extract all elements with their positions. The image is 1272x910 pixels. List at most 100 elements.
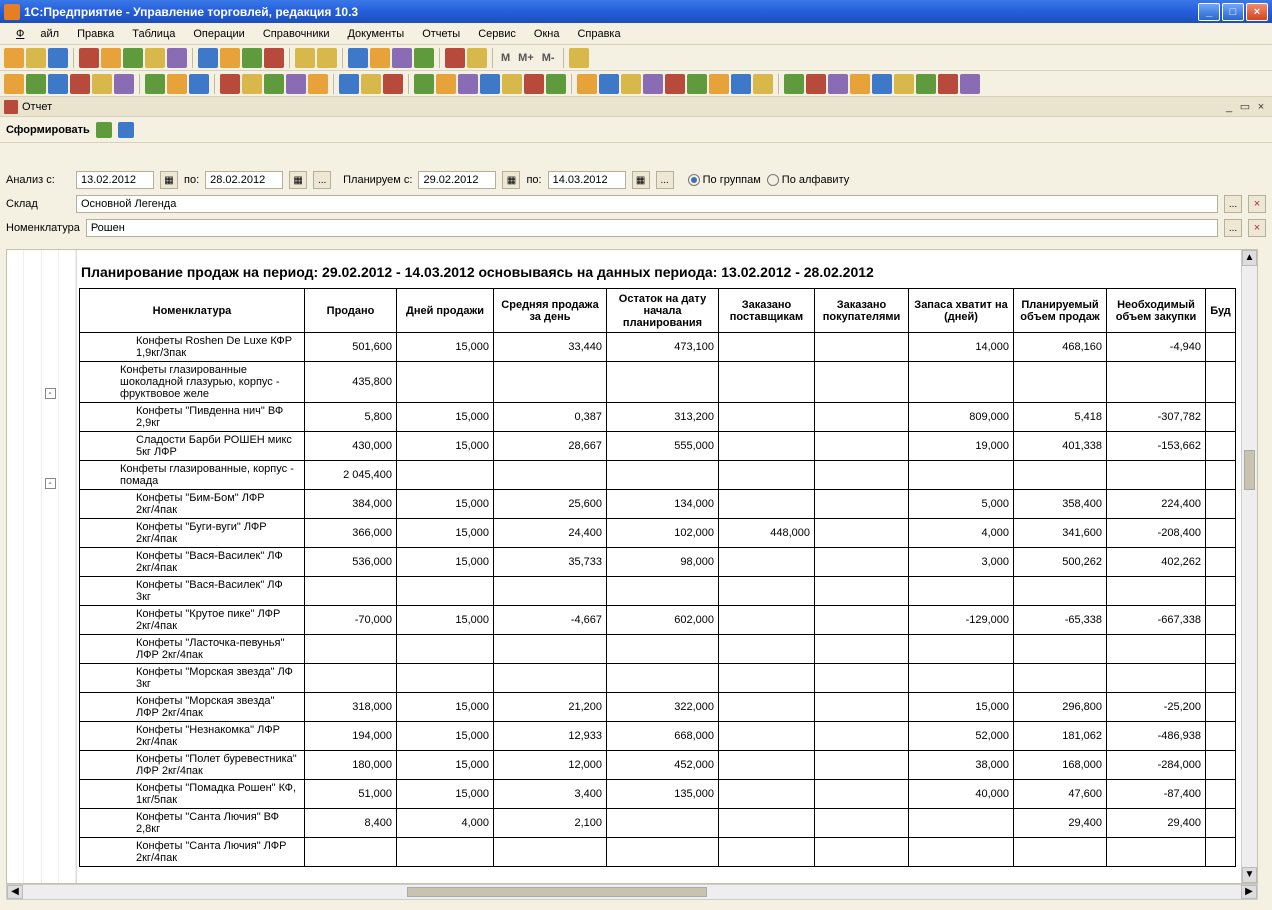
scroll-thumb[interactable] xyxy=(407,887,707,897)
toolbar-icon[interactable] xyxy=(546,74,566,94)
scroll-thumb[interactable] xyxy=(1244,450,1255,490)
toolbar-icon[interactable] xyxy=(872,74,892,94)
toolbar-icon[interactable] xyxy=(145,74,165,94)
toolbar-icon[interactable] xyxy=(242,48,262,68)
collapse-marker-icon[interactable]: - xyxy=(45,388,56,399)
nomenclature-select-button[interactable]: ... xyxy=(1224,219,1242,237)
toolbar-icon[interactable] xyxy=(960,74,980,94)
period-select-button-2[interactable]: ... xyxy=(656,171,674,189)
toolbar-icon[interactable] xyxy=(916,74,936,94)
table-row[interactable]: Конфеты "Незнакомка" ЛФР 2кг/4пак194,000… xyxy=(80,722,1236,751)
nomenclature-clear-button[interactable]: × xyxy=(1248,219,1266,237)
toolbar-icon[interactable] xyxy=(414,74,434,94)
warehouse-clear-button[interactable]: × xyxy=(1248,195,1266,213)
toolbar-icon[interactable] xyxy=(361,74,381,94)
table-row[interactable]: Конфеты "Санта Лючия" ВФ 2,8кг8,4004,000… xyxy=(80,809,1236,838)
toolbar-icon[interactable] xyxy=(414,48,434,68)
toolbar-icon[interactable] xyxy=(264,48,284,68)
toolbar-icon[interactable] xyxy=(348,48,368,68)
tab-restore-button[interactable]: ▭ xyxy=(1238,100,1252,114)
toolbar-icon[interactable] xyxy=(894,74,914,94)
toolbar-icon[interactable] xyxy=(502,74,522,94)
menu-table[interactable]: Таблица xyxy=(124,25,183,43)
toolbar-icon[interactable] xyxy=(524,74,544,94)
toolbar-icon[interactable] xyxy=(665,74,685,94)
toolbar-icon[interactable] xyxy=(286,74,306,94)
toolbar-icon[interactable] xyxy=(70,74,90,94)
toolbar-icon[interactable] xyxy=(480,74,500,94)
table-row[interactable]: Конфеты "Помадка Рошен" КФ, 1кг/5пак51,0… xyxy=(80,780,1236,809)
toolbar-save-icon[interactable] xyxy=(48,48,68,68)
toolbar-icon[interactable] xyxy=(264,74,284,94)
menu-reports[interactable]: Отчеты xyxy=(414,25,468,43)
table-row[interactable]: Конфеты "Морская звезда" ЛФ 3кг xyxy=(80,664,1236,693)
toolbar-open-icon[interactable] xyxy=(26,48,46,68)
warehouse-select-button[interactable]: ... xyxy=(1224,195,1242,213)
table-row[interactable]: Конфеты глазированные шоколадной глазурь… xyxy=(80,362,1236,403)
table-row[interactable]: Конфеты "Вася-Василек" ЛФ 3кг xyxy=(80,577,1236,606)
calendar-icon[interactable]: ▦ xyxy=(502,171,520,189)
toolbar-icon[interactable] xyxy=(436,74,456,94)
horizontal-scrollbar[interactable]: ◀ ▶ xyxy=(6,884,1258,900)
table-row[interactable]: Конфеты "Бим-Бом" ЛФР 2кг/4пак384,00015,… xyxy=(80,490,1236,519)
toolbar-icon[interactable] xyxy=(850,74,870,94)
toolbar-icon[interactable] xyxy=(643,74,663,94)
scroll-left-icon[interactable]: ◀ xyxy=(7,885,23,899)
toolbar-icon[interactable] xyxy=(242,74,262,94)
radio-by-alpha[interactable] xyxy=(767,174,779,186)
menu-edit[interactable]: Правка xyxy=(69,25,122,43)
menu-references[interactable]: Справочники xyxy=(255,25,338,43)
export-icon[interactable] xyxy=(96,122,112,138)
calendar-icon[interactable]: ▦ xyxy=(160,171,178,189)
generate-button[interactable]: Сформировать xyxy=(6,124,90,136)
period-select-button[interactable]: ... xyxy=(313,171,331,189)
toolbar-icon[interactable] xyxy=(189,74,209,94)
toolbar-icon[interactable] xyxy=(383,74,403,94)
toolbar-m[interactable]: M xyxy=(498,52,513,64)
toolbar-icon[interactable] xyxy=(458,74,478,94)
toolbar-icon[interactable] xyxy=(220,74,240,94)
toolbar-icon[interactable] xyxy=(339,74,359,94)
toolbar-icon[interactable] xyxy=(731,74,751,94)
toolbar-icon[interactable] xyxy=(220,48,240,68)
radio-by-groups[interactable] xyxy=(688,174,700,186)
table-row[interactable]: Конфеты Roshen De Luxe КФР 1,9кг/3пак501… xyxy=(80,333,1236,362)
window-maximize-button[interactable]: □ xyxy=(1222,3,1244,21)
menu-service[interactable]: Сервис xyxy=(470,25,524,43)
toolbar-icon[interactable] xyxy=(308,74,328,94)
analyze-to-input[interactable] xyxy=(205,171,283,189)
toolbar-find-icon[interactable] xyxy=(198,48,218,68)
menu-operations[interactable]: Операции xyxy=(185,25,252,43)
calendar-icon[interactable]: ▦ xyxy=(289,171,307,189)
toolbar-icon[interactable] xyxy=(938,74,958,94)
toolbar-icon[interactable] xyxy=(709,74,729,94)
toolbar-icon[interactable] xyxy=(784,74,804,94)
collapse-marker-icon[interactable]: - xyxy=(45,478,56,489)
scroll-up-icon[interactable]: ▲ xyxy=(1242,250,1257,266)
toolbar-paste-icon[interactable] xyxy=(123,48,143,68)
table-row[interactable]: Сладости Барби РОШЕН микс 5кг ЛФР430,000… xyxy=(80,432,1236,461)
toolbar-icon[interactable] xyxy=(114,74,134,94)
toolbar-preview-icon[interactable] xyxy=(167,48,187,68)
settings-icon[interactable] xyxy=(118,122,134,138)
toolbar-new-icon[interactable] xyxy=(4,48,24,68)
toolbar-icon[interactable] xyxy=(806,74,826,94)
plan-from-input[interactable] xyxy=(418,171,496,189)
nomenclature-input[interactable] xyxy=(86,219,1218,237)
toolbar-icon[interactable] xyxy=(48,74,68,94)
table-row[interactable]: Конфеты "Крутое пике" ЛФР 2кг/4пак-70,00… xyxy=(80,606,1236,635)
menu-help[interactable]: Справка xyxy=(569,25,628,43)
toolbar-undo-icon[interactable] xyxy=(295,48,315,68)
menu-windows[interactable]: Окна xyxy=(526,25,568,43)
table-row[interactable]: Конфеты "Ласточка-певунья" ЛФР 2кг/4пак xyxy=(80,635,1236,664)
toolbar-icon[interactable] xyxy=(4,74,24,94)
window-close-button[interactable]: × xyxy=(1246,3,1268,21)
toolbar-icon[interactable] xyxy=(599,74,619,94)
table-row[interactable]: Конфеты "Пивденна нич" ВФ 2,9кг5,80015,0… xyxy=(80,403,1236,432)
table-row[interactable]: Конфеты "Вася-Василек" ЛФ 2кг/4пак536,00… xyxy=(80,548,1236,577)
menu-documents[interactable]: Документы xyxy=(339,25,412,43)
toolbar-icon[interactable] xyxy=(26,74,46,94)
tab-minimize-button[interactable]: _ xyxy=(1222,100,1236,114)
toolbar-icon[interactable] xyxy=(445,48,465,68)
toolbar-mplus[interactable]: M+ xyxy=(515,52,537,64)
